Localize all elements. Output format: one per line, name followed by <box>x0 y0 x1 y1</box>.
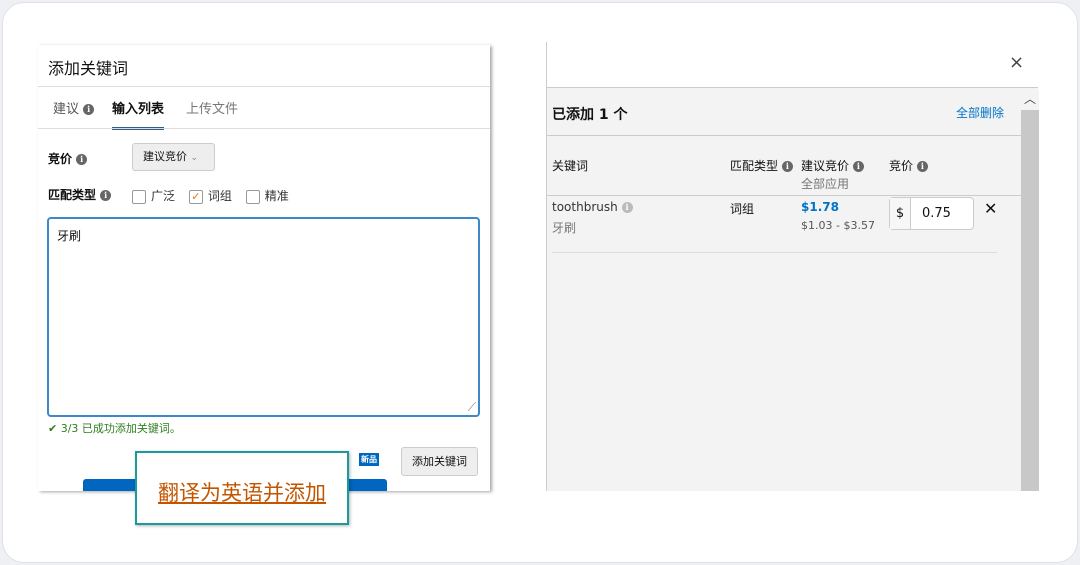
match-type-options: 广泛 ✓ 词组 精准 <box>132 187 289 204</box>
column-keyword: 关键词 <box>552 159 589 173</box>
remove-row-icon[interactable]: ✕ <box>984 199 997 218</box>
close-icon[interactable]: × <box>1009 52 1024 73</box>
bid-input[interactable]: $ 0.75 <box>889 197 974 230</box>
match-type-label: 匹配类型 i <box>48 186 112 203</box>
match-type-value: 词组 <box>730 202 755 216</box>
column-match-type: 匹配类型 i <box>730 157 793 174</box>
added-count-title: 已添加 1 个 <box>552 107 628 123</box>
info-icon: i <box>852 161 864 172</box>
chevron-down-icon: ⌄ <box>190 153 199 163</box>
tab-upload-file[interactable]: 上传文件 <box>186 98 238 117</box>
keyword-text: toothbrush <box>552 200 618 214</box>
check-icon: ✓ <box>188 189 203 204</box>
check-icon: ✔ <box>48 422 58 435</box>
suggested-bid-range: $1.03 - $3.57 <box>801 219 875 232</box>
suggested-bid-value[interactable]: $1.78 <box>801 200 839 214</box>
checkbox-exact[interactable]: 精准 <box>245 189 289 204</box>
column-suggested-bid: 建议竞价 i <box>801 157 864 174</box>
added-keywords-panel: × 已添加 1 个 全部删除 关键词 匹配类型 i 建议竞价 i 全部应用 竞价… <box>546 42 1039 491</box>
info-icon: i <box>76 154 88 165</box>
info-icon: i <box>100 190 112 201</box>
info-icon: i <box>781 161 793 172</box>
delete-all-link[interactable]: 全部删除 <box>956 104 1004 121</box>
bid-label: 竞价 i <box>48 150 88 167</box>
keyword-translation: 牙刷 <box>552 221 577 235</box>
checkbox-phrase[interactable]: ✓ 词组 <box>188 189 232 204</box>
add-keywords-panel: 添加关键词 建议 i 输入列表 上传文件 竞价 i 建议竞价 ⌄ 匹配类型 i … <box>38 45 490 491</box>
keyword-textarea[interactable]: 牙刷 ⟋ <box>47 217 480 417</box>
success-status: ✔ 3/3 已成功添加关键词。 <box>48 422 181 435</box>
info-icon: i <box>83 104 95 115</box>
scroll-up-icon[interactable]: ︿ <box>1021 90 1039 110</box>
tab-enter-list[interactable]: 输入列表 <box>112 98 165 130</box>
apply-all-link[interactable]: 全部应用 <box>801 175 849 192</box>
add-keywords-button[interactable]: 添加关键词 <box>401 447 478 476</box>
resize-handle-icon[interactable]: ⟋ <box>468 400 476 415</box>
currency-symbol: $ <box>890 198 911 229</box>
panel-title: 添加关键词 <box>48 59 129 78</box>
bid-select[interactable]: 建议竞价 ⌄ <box>132 143 215 171</box>
scrollbar[interactable]: ︿ <box>1021 90 1039 491</box>
info-icon: i <box>621 202 633 213</box>
translate-and-add-link[interactable]: 翻译为英语并添加 <box>135 451 349 525</box>
tab-suggestions[interactable]: 建议 i <box>53 98 95 117</box>
new-badge: 新品 <box>359 453 379 466</box>
column-bid: 竞价 i <box>889 157 928 174</box>
info-icon: i <box>916 161 928 172</box>
checkbox-broad[interactable]: 广泛 <box>132 189 175 204</box>
